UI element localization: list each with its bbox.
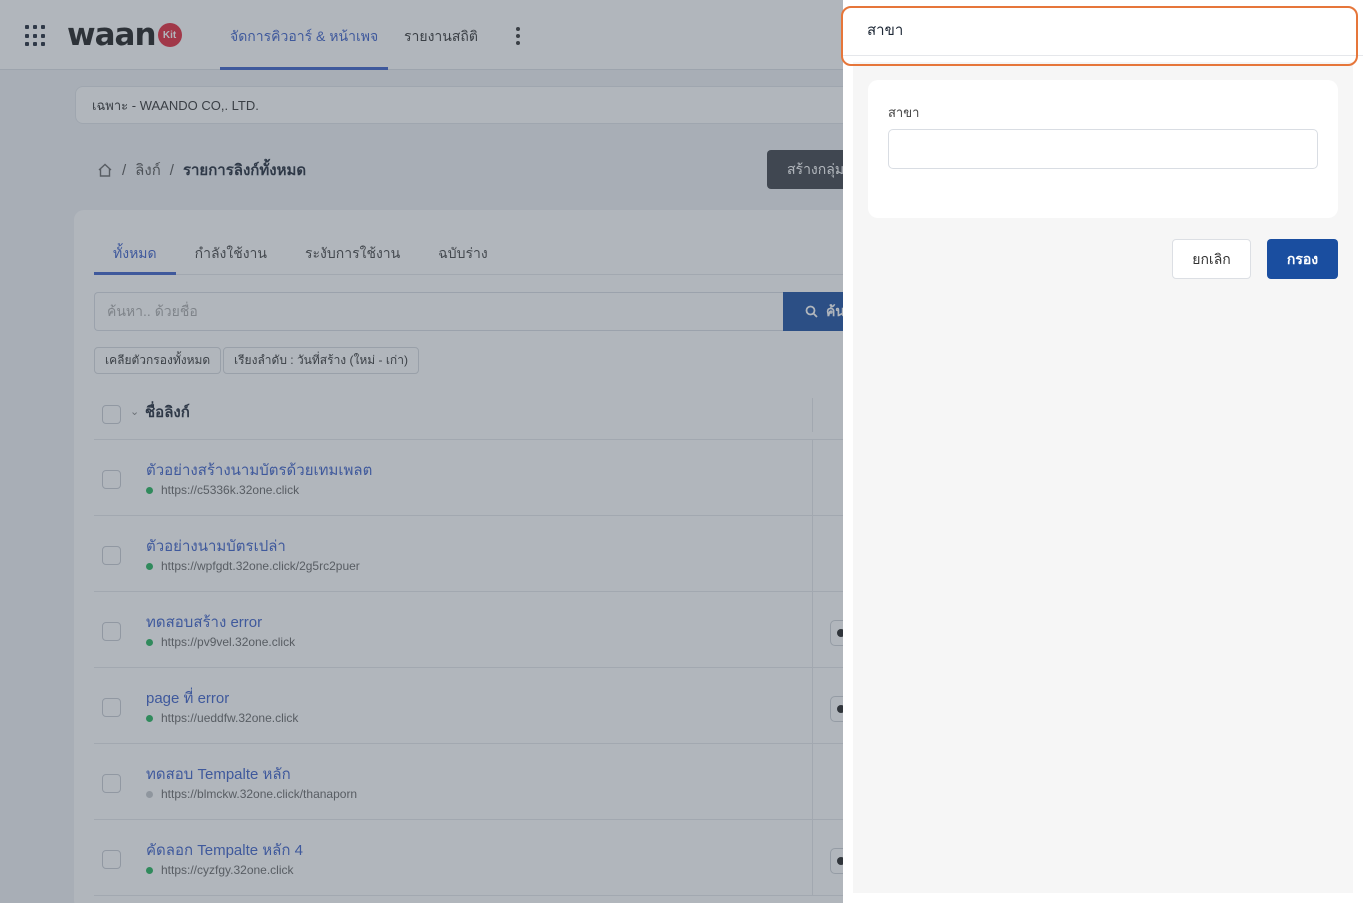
branch-field-label: สาขา xyxy=(888,105,920,120)
branch-field-card: สาขา xyxy=(868,80,1338,218)
drawer-title: สาขา xyxy=(867,22,904,39)
filter-drawer: สาขา สาขา ยกเลิก กรอง xyxy=(843,0,1363,903)
drawer-body: สาขา ยกเลิก กรอง xyxy=(853,62,1353,893)
filter-button[interactable]: กรอง xyxy=(1267,239,1338,279)
cancel-button[interactable]: ยกเลิก xyxy=(1172,239,1251,279)
branch-input[interactable] xyxy=(888,129,1318,169)
drawer-header: สาขา xyxy=(843,0,1363,56)
